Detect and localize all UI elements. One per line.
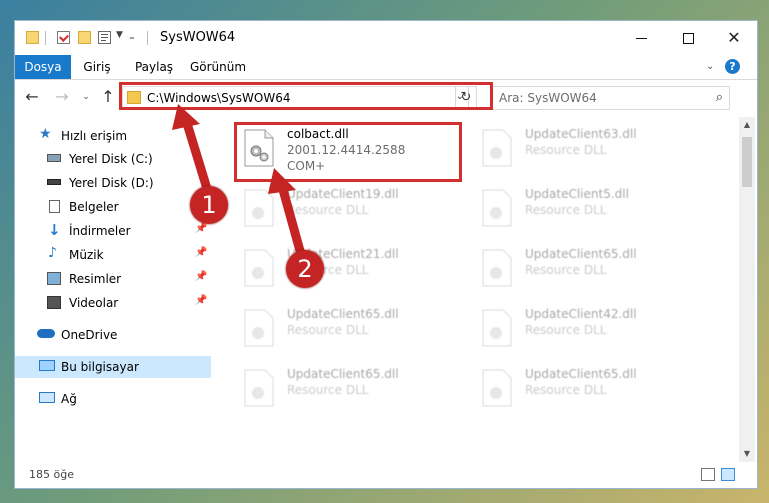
- annotation-arrows: [172, 104, 307, 263]
- arrow-2: [268, 168, 307, 263]
- step-badge-1: 1: [190, 186, 228, 224]
- arrow-1: [172, 104, 213, 197]
- step-badge-2: 2: [286, 250, 324, 288]
